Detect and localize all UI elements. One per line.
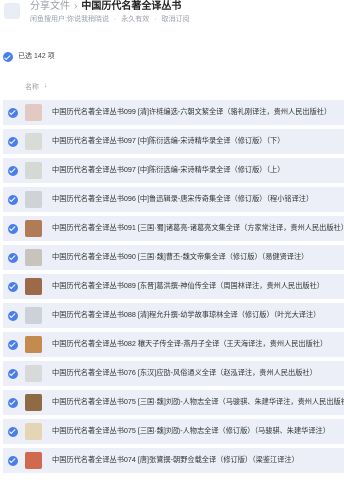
file-row[interactable]: 中国历代名著全译丛书074 [唐]张鷟撰-朝野佥载全译（修订版）（梁鉴江译注）	[3, 448, 344, 473]
file-row[interactable]: 中国历代名著全译丛书099 [清]许梿编选-六朝文絜全译（骆礼刚译注，贵州人民出…	[3, 100, 344, 125]
file-name[interactable]: 中国历代名著全译丛书090 [三国·魏]曹丕-魏文帝集全译（修订版）（易健贤译注…	[52, 252, 344, 262]
file-name[interactable]: 中国历代名著全译丛书097 [中]陈衍选编-宋诗精华录全译（修订版）（下）	[52, 136, 344, 146]
file-name[interactable]: 中国历代名著全译丛书097 [中]陈衍选编-宋诗精华录全译（修订版）（上）	[52, 165, 344, 175]
share-logo-icon	[4, 3, 20, 19]
file-thumbnail-icon	[25, 423, 42, 440]
chevron-right-icon: ›	[74, 1, 78, 12]
row-checkbox[interactable]	[8, 397, 18, 408]
file-name[interactable]: 中国历代名著全译丛书099 [清]许梿编选-六朝文絜全译（骆礼刚译注，贵州人民出…	[52, 107, 344, 117]
row-checkbox[interactable]	[8, 136, 18, 147]
row-checkbox[interactable]	[8, 165, 18, 176]
select-all-checkbox[interactable]	[3, 52, 13, 62]
file-thumbnail-icon	[25, 394, 42, 411]
file-row[interactable]: 中国历代名著全译丛书097 [中]陈衍选编-宋诗精华录全译（修订版）（下）	[3, 129, 344, 154]
file-name[interactable]: 中国历代名著全译丛书096 [中]鲁迅辑录-唐宋传奇集全译（修订版）（程小铭译注…	[52, 194, 344, 204]
file-thumbnail-icon	[25, 452, 42, 469]
row-checkbox[interactable]	[8, 194, 18, 205]
row-checkbox[interactable]	[8, 455, 18, 466]
file-name[interactable]: 中国历代名著全译丛书076 [东汉]应劭-风俗通义全译（赵泓译注，贵州人民出版社…	[52, 368, 344, 378]
file-row[interactable]: 中国历代名著全译丛书091 [三国·蜀]诸葛亮-诸葛亮文集全译（方家常注译，贵州…	[3, 216, 344, 241]
file-row[interactable]: 中国历代名著全译丛书089 [东晋]葛洪撰-神仙传全译（周国林译注，贵州人民出版…	[3, 274, 344, 299]
file-row[interactable]: 中国历代名著全译丛书076 [东汉]应劭-风俗通义全译（赵泓译注，贵州人民出版社…	[3, 361, 344, 386]
file-name[interactable]: 中国历代名著全译丛书075 [三国·魏]刘劭-人物志全译（修订版）（马骏骐、朱建…	[52, 426, 344, 436]
file-thumbnail-icon	[25, 220, 42, 237]
file-row[interactable]: 中国历代名著全译丛书075 [三国·魏]刘劭-人物志全译（修订版）（马骏骐、朱建…	[3, 419, 344, 444]
sharer-name: 闲鱼搜用户:你说我稍晓说	[30, 16, 109, 23]
row-checkbox[interactable]	[8, 223, 18, 234]
validity-text: 永久有效	[121, 16, 150, 23]
file-row[interactable]: 中国历代名著全译丛书090 [三国·魏]曹丕-魏文帝集全译（修订版）（易健贤译注…	[3, 245, 344, 270]
file-row[interactable]: 中国历代名著全译丛书097 [中]陈衍选编-宋诗精华录全译（修订版）（上）	[3, 158, 344, 183]
file-name[interactable]: 中国历代名著全译丛书091 [三国·蜀]诸葛亮-诸葛亮文集全译（方家常注译，贵州…	[52, 223, 344, 233]
file-thumbnail-icon	[25, 133, 42, 150]
file-row[interactable]: 中国历代名著全译丛书088 [清]程允升撰-幼学故事琼林全译（修订版）（叶光大译…	[3, 303, 344, 328]
column-header: 名称 ↓	[0, 80, 344, 94]
file-name[interactable]: 中国历代名著全译丛书082 穰天子传全译-燕丹子全译（王天海译注，贵州人民出版社…	[52, 339, 344, 349]
file-row[interactable]: 中国历代名著全译丛书082 穰天子传全译-燕丹子全译（王天海译注，贵州人民出版社…	[3, 332, 344, 357]
separator-dot: ·	[154, 16, 157, 23]
file-thumbnail-icon	[25, 162, 42, 179]
name-column-header[interactable]: 名称	[25, 82, 39, 92]
sort-arrow-icon[interactable]: ↓	[44, 82, 48, 89]
row-checkbox[interactable]	[8, 310, 18, 321]
file-thumbnail-icon	[25, 336, 42, 353]
share-header: 分享文件 › 中国历代名著全译丛书 闲鱼搜用户:你说我稍晓说 · 永久有效 · 取消…	[0, 0, 344, 40]
row-checkbox[interactable]	[8, 281, 18, 292]
file-name[interactable]: 中国历代名著全译丛书089 [东晋]葛洪撰-神仙传全译（周国林译注，贵州人民出版…	[52, 281, 344, 291]
file-name[interactable]: 中国历代名著全译丛书074 [唐]张鷟撰-朝野佥载全译（修订版）（梁鉴江译注）	[52, 455, 344, 465]
selection-count: 已选 142 项	[18, 53, 55, 60]
file-thumbnail-icon	[25, 365, 42, 382]
share-info: 闲鱼搜用户:你说我稍晓说 · 永久有效 · 取消订阅	[30, 15, 192, 24]
file-row[interactable]: 中国历代名著全译丛书075 [三国·魏]刘劭-人物志全译（马骏骐、朱建华译注，贵…	[3, 390, 344, 415]
unsubscribe-link[interactable]: 取消订阅	[161, 16, 189, 23]
breadcrumb: 分享文件 › 中国历代名著全译丛书	[30, 1, 181, 13]
page-title: 中国历代名著全译丛书	[81, 1, 182, 12]
separator-dot: ·	[113, 16, 117, 23]
file-row[interactable]: 中国历代名著全译丛书096 [中]鲁迅辑录-唐宋传奇集全译（修订版）（程小铭译注…	[3, 187, 344, 212]
row-checkbox[interactable]	[8, 107, 18, 118]
file-name[interactable]: 中国历代名著全译丛书075 [三国·魏]刘劭-人物志全译（马骏骐、朱建华译注，贵…	[52, 397, 344, 407]
file-thumbnail-icon	[25, 249, 42, 266]
row-checkbox[interactable]	[8, 339, 18, 350]
row-checkbox[interactable]	[8, 426, 18, 437]
file-thumbnail-icon	[25, 191, 42, 208]
breadcrumb-root-link[interactable]: 分享文件	[30, 1, 70, 12]
row-checkbox[interactable]	[8, 252, 18, 263]
file-name[interactable]: 中国历代名著全译丛书088 [清]程允升撰-幼学故事琼林全译（修订版）（叶光大译…	[52, 310, 344, 320]
file-thumbnail-icon	[25, 307, 42, 324]
file-thumbnail-icon	[25, 278, 42, 295]
row-checkbox[interactable]	[8, 368, 18, 379]
file-thumbnail-icon	[25, 104, 42, 121]
